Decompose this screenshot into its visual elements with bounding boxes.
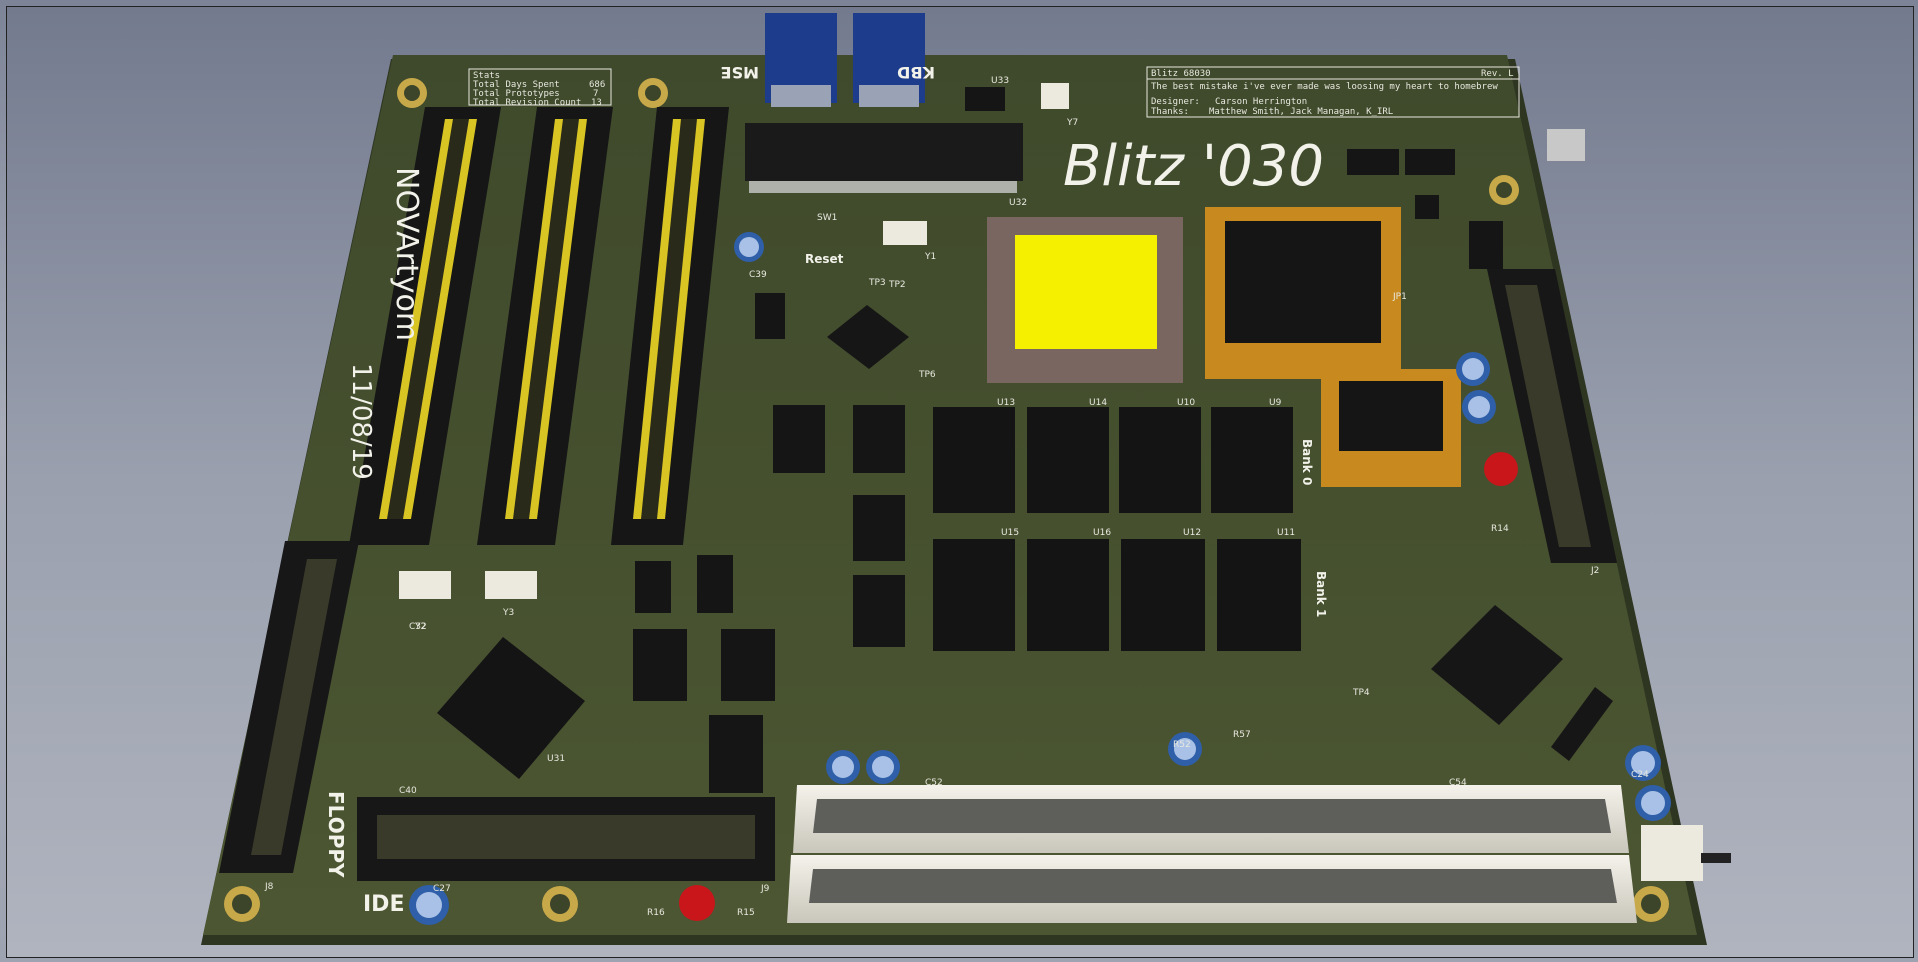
refdes-r52: R52: [1173, 740, 1191, 750]
refdes-u15: U15: [1001, 528, 1019, 538]
thanks-names: Matthew Smith, Jack Managan, K_IRL: [1209, 107, 1393, 117]
title-block-name: Blitz 68030: [1151, 69, 1211, 79]
refdes-u32: U32: [1009, 198, 1027, 208]
ide-header: [357, 797, 775, 881]
thanks-label: Thanks:: [1151, 107, 1189, 117]
refdes-tp3: TP3: [868, 278, 886, 288]
title-block-quote: The best mistake i've ever made was loos…: [1151, 82, 1498, 92]
refdes-c54: C54: [1449, 778, 1467, 788]
title-block-revision: Rev. L: [1481, 69, 1514, 79]
refdes-u33: U33: [991, 76, 1009, 86]
refdes-tp6: TP6: [918, 370, 936, 380]
refdes-y7: Y7: [1066, 118, 1078, 128]
refdes-u12: U12: [1183, 528, 1201, 538]
refdes-u13: U13: [997, 398, 1015, 408]
switch-lever: [1701, 853, 1731, 863]
3d-viewer-canvas[interactable]: Stats Total Days Spent 686 Total Prototy…: [6, 6, 1914, 958]
refdes-sw1: SW1: [817, 213, 837, 223]
refdes-j9: J9: [760, 884, 770, 894]
refdes-r57: R57: [1233, 730, 1251, 740]
refdes-j2: J2: [1590, 566, 1599, 576]
ide-label: IDE: [363, 892, 404, 917]
refdes-u14: U14: [1089, 398, 1107, 408]
refdes-u16: U16: [1093, 528, 1111, 538]
refdes-c52: C52: [925, 778, 943, 788]
refdes-y3: Y3: [502, 608, 514, 618]
refdes-y1: Y1: [924, 252, 936, 262]
stats-row-value: 13: [591, 98, 602, 108]
refdes-r14: R14: [1491, 524, 1509, 534]
refdes-u11: U11: [1277, 528, 1295, 538]
refdes-j8: J8: [264, 882, 274, 892]
refdes-c39: C39: [749, 270, 767, 280]
refdes-tp4: TP4: [1352, 688, 1370, 698]
refdes-c27: C27: [433, 884, 451, 894]
pcb-render: Stats Total Days Spent 686 Total Prototy…: [201, 13, 1731, 945]
refdes-c32: C32: [409, 622, 427, 632]
mse-label: MSE: [721, 63, 759, 82]
board-title: Blitz '030: [1063, 134, 1324, 199]
refdes-tp2: TP2: [888, 280, 906, 290]
bank0-label: Bank 0: [1300, 439, 1314, 485]
refdes-r15: R15: [737, 908, 755, 918]
refdes-c40: C40: [399, 786, 417, 796]
refdes-u31: U31: [547, 754, 565, 764]
chip-u32: [745, 123, 1023, 181]
usb-connector: [1547, 129, 1585, 161]
cpu-68030: [987, 217, 1183, 383]
bank1-label: Bank 1: [1314, 571, 1328, 617]
refdes-u9: U9: [1269, 398, 1282, 408]
power-switch: [1641, 825, 1703, 881]
reset-label: Reset: [805, 252, 844, 266]
designer-name: Carson Herrington: [1215, 97, 1307, 107]
author-side-text: NOVArtyom: [389, 167, 424, 341]
refdes-u10: U10: [1177, 398, 1195, 408]
kbd-label: KBD: [897, 63, 935, 82]
refdes-c24: C24: [1631, 770, 1649, 780]
date-side-text: 11/08/19: [346, 363, 376, 480]
refdes-r16: R16: [647, 908, 665, 918]
refdes-jp1: JP1: [1392, 292, 1407, 302]
floppy-label: FLOPPY: [324, 791, 348, 878]
designer-label: Designer:: [1151, 97, 1200, 107]
stats-row-label: Total Revision Count: [473, 98, 581, 108]
